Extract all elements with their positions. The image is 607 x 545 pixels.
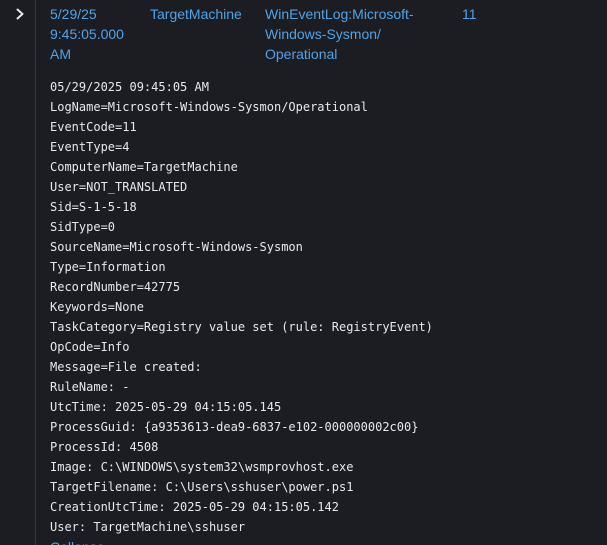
time-field[interactable]: 5/29/25 9:45:05.000 AM [50, 4, 145, 64]
event-line: SourceName=Microsoft-Windows-Sysmon [50, 240, 303, 254]
event-line: OpCode=Info [50, 340, 130, 354]
event-line: ProcessId: 4508 [50, 440, 159, 454]
chevron-right-icon [16, 8, 24, 20]
event-line: UtcTime: 2025-05-29 04:15:05.145 [50, 400, 282, 414]
event-line: Sid=S-1-5-18 [50, 200, 137, 214]
event-line: CreationUtcTime: 2025-05-29 04:15:05.142 [50, 500, 339, 514]
event-line: TaskCategory=Registry value set (rule: R… [50, 320, 433, 334]
event-line: EventType=4 [50, 140, 130, 154]
event-code-field[interactable]: 11 [462, 4, 502, 24]
event-line: ProcessGuid: {a9353613-dea9-6837-e102-00… [50, 420, 419, 434]
event-line: EventCode=11 [50, 120, 137, 134]
expand-column [0, 0, 36, 545]
event-line: 05/29/2025 09:45:05 AM [50, 80, 209, 94]
collapse-toggle[interactable] [12, 6, 28, 22]
source-field[interactable]: WinEventLog:Microsoft- Windows-Sysmon/ O… [265, 4, 435, 64]
event-line: LogName=Microsoft-Windows-Sysmon/Operati… [50, 100, 368, 114]
host-field[interactable]: TargetMachine [150, 4, 260, 24]
event-line: Keywords=None [50, 300, 144, 314]
event-line: ComputerName=TargetMachine [50, 160, 238, 174]
event-line: RecordNumber=42775 [50, 280, 181, 294]
event-line: Image: C:\WINDOWS\system32\wsmprovhost.e… [50, 460, 354, 474]
event-row: 5/29/25 9:45:05.000 AM TargetMachine Win… [0, 0, 607, 545]
event-line: SidType=0 [50, 220, 116, 234]
event-line: TargetFilename: C:\Users\sshuser\power.p… [50, 480, 354, 494]
event-line: User=NOT_TRANSLATED [50, 180, 188, 194]
event-line: RuleName: - [50, 380, 130, 394]
event-line: Message=File created: [50, 360, 202, 374]
event-line: Type=Information [50, 260, 166, 274]
event-line: User: TargetMachine\sshuser [50, 520, 246, 534]
collapse-link[interactable]: Collapse [50, 537, 104, 545]
raw-event-text: 05/29/2025 09:45:05 AM LogName=Microsoft-… [50, 77, 599, 537]
